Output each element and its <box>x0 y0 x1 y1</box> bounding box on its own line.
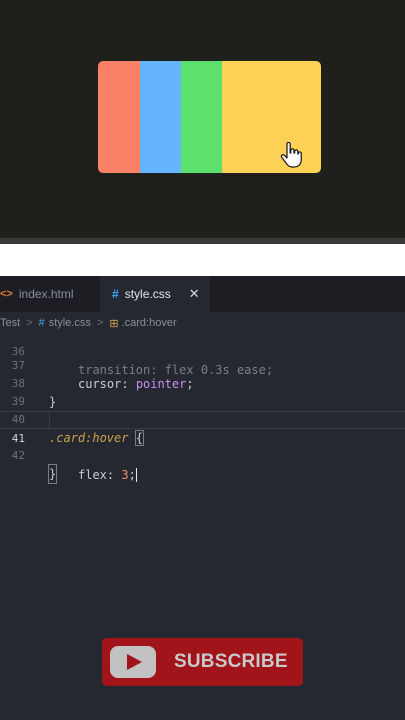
close-icon[interactable]: ✕ <box>189 286 200 302</box>
code-line: 40 .card:hover { <box>0 393 405 446</box>
code-line: 42 } <box>0 429 405 484</box>
tab-style-css[interactable]: # style.css ✕ <box>100 276 210 312</box>
line-number: 42 <box>11 449 25 462</box>
subscribe-label: SUBSCRIBE <box>174 651 288 672</box>
browser-preview <box>0 0 405 238</box>
code-text: flex: 3; <box>78 468 137 482</box>
tab-label: index.html <box>18 287 74 301</box>
code-area[interactable]: 36 transition: flex 0.3s ease; 37 cursor… <box>0 334 405 534</box>
text-cursor <box>135 468 137 482</box>
card-yellow-hovered[interactable] <box>222 61 321 173</box>
code-text: } <box>47 464 58 484</box>
card-red[interactable] <box>98 61 140 173</box>
card-blue[interactable] <box>140 61 181 173</box>
tab-label: style.css <box>124 287 171 301</box>
indent-guide <box>49 412 50 430</box>
css-file-icon: # <box>112 287 119 301</box>
subscribe-button[interactable]: SUBSCRIBE <box>102 638 303 686</box>
html-file-icon: <> <box>0 288 13 300</box>
code-line-active: 41 flex: 3; <box>0 411 405 482</box>
youtube-play-icon <box>110 646 156 678</box>
code-line: 37 cursor: pointer; <box>0 339 405 391</box>
code-line: 39 <box>0 375 405 408</box>
css-value: 3 <box>121 468 129 482</box>
hand-pointer-icon <box>280 142 302 168</box>
tab-bar: <> index.html # style.css ✕ <box>0 276 405 312</box>
card-green[interactable] <box>181 61 222 173</box>
tab-index-html[interactable]: <> index.html <box>0 276 98 312</box>
css-property: flex <box>78 468 107 482</box>
divider <box>0 238 405 244</box>
code-line: 38 } <box>0 357 405 409</box>
